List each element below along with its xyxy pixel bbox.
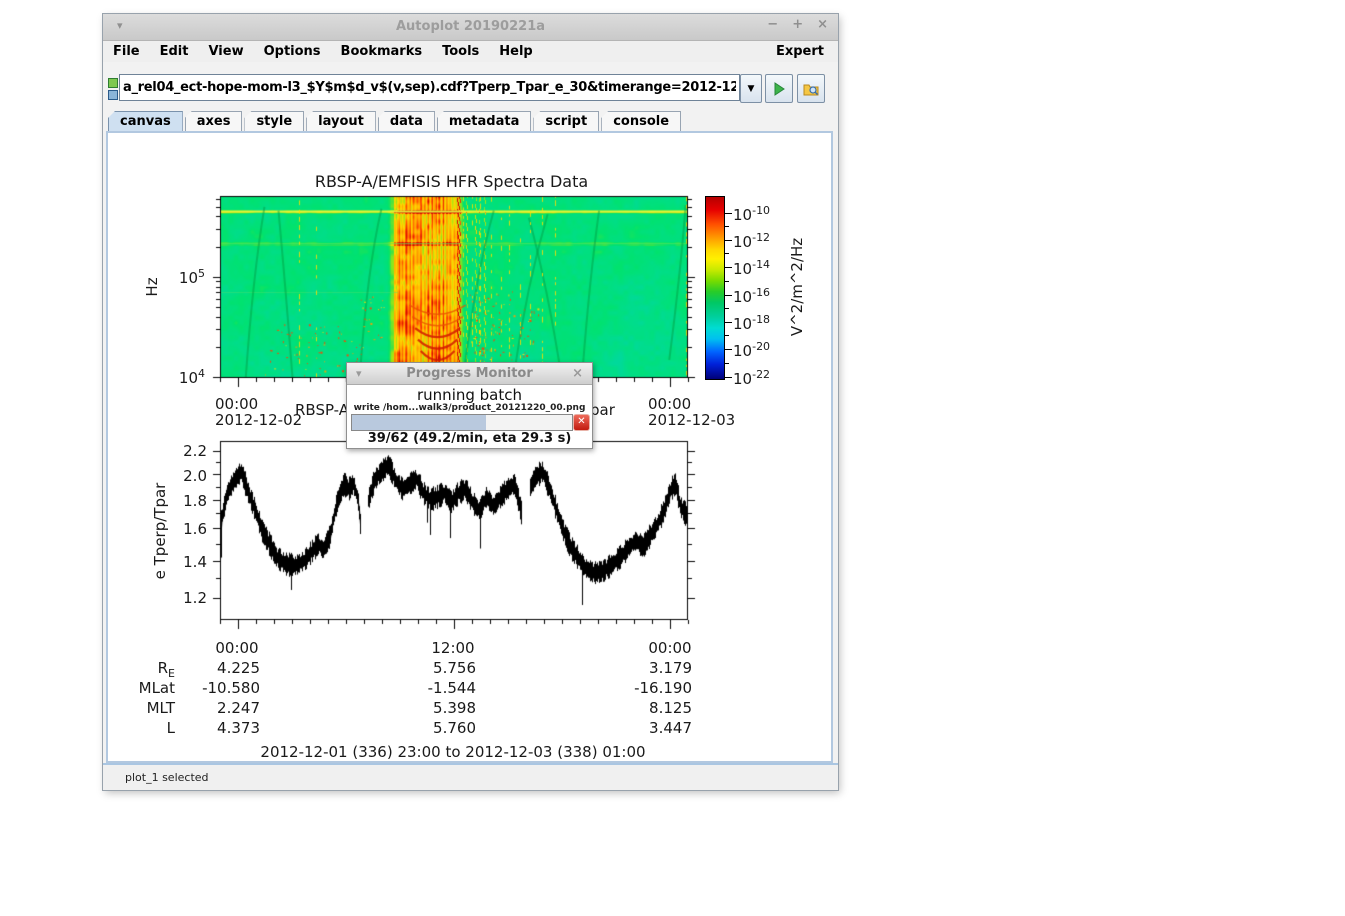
expert-label: Expert [776, 44, 838, 59]
uri-input[interactable] [119, 74, 740, 101]
window-titlebar[interactable]: ▾ Autoplot 20190221a − + × [103, 14, 838, 41]
close-icon[interactable]: × [817, 17, 828, 32]
progress-status-label: 39/62 (49.2/min, eta 29.3 s) [347, 431, 592, 446]
progress-task-label: running batch [347, 386, 592, 404]
autoplot-window: ▾ Autoplot 20190221a − + × File Edit Vie… [103, 14, 838, 790]
collapse-icon[interactable]: ▾ [356, 363, 362, 384]
statusbar: plot_1 selected [103, 763, 838, 790]
tab-canvas[interactable]: canvas [108, 111, 183, 131]
progress-dialog-title: Progress Monitor [406, 366, 533, 381]
tab-data[interactable]: data [378, 111, 435, 131]
folder-search-icon [803, 82, 819, 96]
cancel-button[interactable]: ✕ [573, 414, 590, 431]
menu-view[interactable]: View [198, 43, 253, 60]
datasource-blue-icon [108, 90, 118, 100]
menu-edit[interactable]: Edit [150, 43, 199, 60]
tab-metadata[interactable]: metadata [437, 111, 531, 131]
go-button[interactable] [765, 74, 793, 103]
main-tabs: canvas axes style layout data metadata s… [108, 110, 681, 131]
chevron-down-icon: ▼ [748, 84, 755, 94]
inspect-uri-button[interactable] [797, 74, 825, 103]
tab-style[interactable]: style [244, 111, 304, 131]
uri-dropdown-button[interactable]: ▼ [740, 74, 762, 103]
uri-toolbar: ▼ [103, 62, 838, 110]
menu-tools[interactable]: Tools [432, 43, 489, 60]
minimize-icon[interactable]: − [767, 17, 778, 32]
menu-file[interactable]: File [103, 43, 150, 60]
maximize-icon[interactable]: + [792, 17, 803, 32]
menubar: File Edit View Options Bookmarks Tools H… [103, 41, 838, 63]
progress-dialog-titlebar[interactable]: ▾ Progress Monitor × [347, 363, 592, 385]
progress-bar-fill [352, 415, 486, 430]
datasource-indicator [108, 78, 118, 102]
progress-detail-label: write /hom...walk3/product_20121220_00.p… [347, 403, 592, 413]
menu-help[interactable]: Help [489, 43, 542, 60]
play-icon [772, 82, 786, 96]
window-title: Autoplot 20190221a [103, 19, 838, 34]
tab-axes[interactable]: axes [185, 111, 243, 131]
desktop: ▾ Autoplot 20190221a − + × File Edit Vie… [0, 0, 1345, 916]
progress-monitor-dialog[interactable]: ▾ Progress Monitor × running batch write… [346, 362, 593, 449]
timeseries-plot[interactable] [205, 434, 700, 640]
status-message: plot_1 selected [125, 771, 209, 784]
menu-bookmarks[interactable]: Bookmarks [331, 43, 433, 60]
tab-layout[interactable]: layout [306, 111, 376, 131]
tab-console[interactable]: console [601, 111, 681, 131]
progress-bar [351, 414, 573, 431]
menu-options[interactable]: Options [254, 43, 331, 60]
tab-script[interactable]: script [533, 111, 599, 131]
datasource-green-icon [108, 78, 118, 88]
dialog-close-icon[interactable]: × [572, 363, 583, 384]
